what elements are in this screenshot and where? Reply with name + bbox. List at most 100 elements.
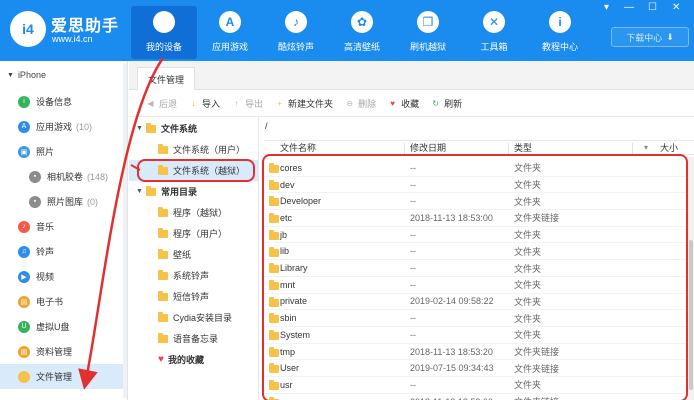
nav-label: 应用游戏 (211, 42, 248, 52)
sidebar-item[interactable]: ▤ 电子书 (0, 289, 127, 314)
back-button[interactable]: ◀ 后退 (145, 97, 177, 110)
camera-roll-icon: ▪ (29, 170, 41, 183)
toolbar-label: 后退 (159, 98, 178, 109)
refresh-button[interactable]: ↻ 刷新 (430, 97, 462, 110)
nav-item-info[interactable]: i 教程中心 (527, 6, 593, 59)
sidebar-item[interactable]: U 虚拟U盘 (0, 314, 127, 339)
sidebar-item-label: 文件管理 (36, 372, 73, 382)
minimize-icon[interactable]: — (624, 2, 634, 13)
photo-library-icon: ▪ (29, 195, 41, 208)
sidebar: ▼ iPhone i 设备信息 A 应用游戏 (10) ▣ 照片 ▪ 相机胶卷 (148)… (0, 61, 128, 400)
info-icon: i (549, 11, 571, 33)
flower-icon: ✿ (351, 11, 373, 33)
folder-icon (158, 269, 168, 280)
tree-item[interactable]: 程序（用户） (129, 223, 258, 244)
app-icon: A (18, 120, 30, 133)
sidebar-item[interactable]: 文件管理 (0, 364, 127, 389)
sidebar-item-label: 资料管理 (36, 347, 73, 357)
tree-item-label: 系统铃声 (173, 271, 210, 281)
download-center-button[interactable]: 下载中心 ⬇ (611, 27, 689, 47)
column-divider[interactable] (632, 143, 633, 154)
toolbar-label: 新建文件夹 (288, 98, 334, 109)
nav-item-box[interactable]: ❒ 刷机越狱 (395, 6, 461, 59)
sidebar-item-label: 设备信息 (36, 97, 73, 107)
tree-item[interactable]: 程序（越狱） (129, 202, 258, 223)
sidebar-item[interactable]: ▪ 相机胶卷 (148) (0, 164, 127, 189)
delete-button[interactable]: ⊖ 删除 (344, 97, 376, 110)
folder-icon (158, 290, 168, 301)
tree-item-label: 程序（用户） (173, 229, 228, 239)
folder-icon (18, 370, 30, 383)
sidebar-item-count: (10) (76, 121, 93, 132)
box-icon: ❒ (417, 11, 439, 33)
sidebar-item[interactable]: A 应用游戏 (10) (0, 114, 127, 139)
tree-group[interactable]: ▼ 常用目录 (129, 181, 258, 202)
tree-item-label: 壁纸 (173, 250, 192, 260)
export-button[interactable]: ↑ 导出 (231, 97, 264, 110)
nav-label: 我的设备 (145, 42, 182, 52)
tree-item[interactable]: 壁纸 (129, 244, 258, 265)
tree-item[interactable]: 语音备忘录 (129, 328, 258, 349)
sidebar-item[interactable]: ♫ 铃声 (0, 239, 127, 264)
column-size[interactable]: 大小 (660, 141, 678, 154)
column-name[interactable]: 文件名称 (280, 141, 316, 154)
tree-group[interactable]: ▼ 文件系统 (129, 118, 258, 139)
folder-icon (146, 185, 156, 196)
column-type[interactable]: 类型 (514, 141, 532, 154)
sidebar-item[interactable]: ▶ 视频 (0, 264, 127, 289)
sidebar-item[interactable]: ▣ 照片 (0, 139, 127, 164)
tab-file-manager[interactable]: 文件管理 (137, 67, 196, 90)
close-icon[interactable]: ✕ (672, 2, 680, 13)
nav-label: 刷机越狱 (409, 42, 446, 52)
main-nav: 我的设备 A 应用游戏 ♪ 酷炫铃声 ✿ 高清壁纸 ❒ 刷机越狱 ✕ 工具箱 i 教程中心 (131, 6, 593, 59)
toolbar-label: 删除 (358, 98, 377, 109)
sidebar-item[interactable]: ▪ 照片图库 (0) (0, 189, 127, 214)
ebook-icon: ▤ (18, 295, 30, 308)
column-divider[interactable] (508, 143, 509, 154)
folder-icon (146, 122, 156, 133)
heart-icon: ♥ (158, 354, 164, 365)
download-icon: ⬇ (666, 31, 674, 42)
nav-item-app-store[interactable]: A 应用游戏 (197, 6, 263, 59)
favorite-button[interactable]: ♥ 收藏 (387, 97, 419, 110)
i4-logo: i4 (10, 11, 46, 47)
nav-item-tools[interactable]: ✕ 工具箱 (461, 6, 527, 59)
highlight-jailbreak-filesystem (137, 159, 255, 182)
maximize-icon[interactable]: ☐ (648, 2, 657, 13)
tree-item[interactable]: 短信铃声 (129, 286, 258, 307)
bell-icon: ♪ (285, 11, 307, 33)
nav-label: 高清壁纸 (343, 42, 380, 52)
nav-item-flower[interactable]: ✿ 高清壁纸 (329, 6, 395, 59)
tree-item-favorites[interactable]: ♥ 我的收藏 (129, 349, 258, 370)
toolbar: ◀ 后退 ↓ 导入 ↑ 导出 + 新建文件夹 ⊖ 删除 ♥ 收藏 ↻ 刷新 (129, 90, 694, 117)
caret-down-icon: ▼ (136, 125, 143, 132)
refresh-icon: ↻ (432, 98, 439, 108)
nav-item-bell[interactable]: ♪ 酷炫铃声 (263, 6, 329, 59)
tree-item[interactable]: 文件系统（用户） (129, 139, 258, 160)
sidebar-scrollbar[interactable] (123, 63, 127, 398)
sidebar-item[interactable]: ▤ 资料管理 (0, 339, 127, 364)
column-divider[interactable] (404, 143, 405, 154)
music-icon: ♪ (18, 220, 30, 233)
import-icon: ↓ (191, 98, 196, 108)
column-date[interactable]: 修改日期 (410, 141, 446, 154)
file-list-header: 文件名称 修改日期 类型 大小 ▾ (264, 140, 694, 155)
nav-item-apple[interactable]: 我的设备 (131, 6, 197, 59)
sidebar-item[interactable]: i 设备信息 (0, 89, 127, 114)
nav-label: 教程中心 (541, 42, 578, 52)
device-header[interactable]: ▼ iPhone (0, 61, 127, 89)
delete-icon: ⊖ (346, 98, 353, 108)
toolbar-label: 导出 (245, 98, 264, 109)
tree-item[interactable]: Cydia安装目录 (129, 307, 258, 328)
folder-icon (158, 227, 168, 238)
download-center-label: 下载中心 (626, 32, 663, 43)
tree-item[interactable]: 系统铃声 (129, 265, 258, 286)
sidebar-item[interactable]: ♪ 音乐 (0, 214, 127, 239)
file-list-scroll-thumb[interactable] (689, 240, 693, 390)
tree-item-label: 短信铃声 (173, 292, 210, 302)
import-button[interactable]: ↓ 导入 (188, 97, 221, 110)
menu-dropdown-icon[interactable]: ▾ (604, 2, 609, 13)
tree-item-label: 文件系统（用户） (173, 145, 246, 155)
new-folder-button[interactable]: + 新建文件夹 (274, 97, 333, 110)
current-path: / (265, 121, 268, 131)
